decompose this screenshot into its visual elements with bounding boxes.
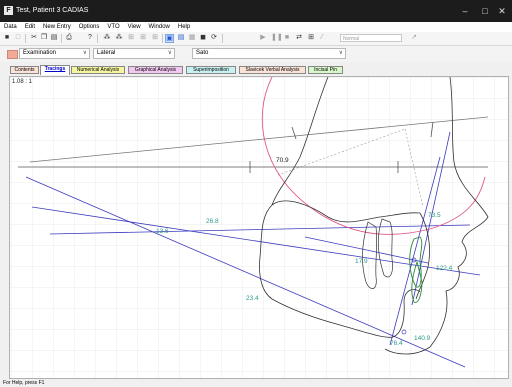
line-style-select[interactable]: Normal bbox=[340, 34, 402, 42]
print-icon[interactable]: ⎙ bbox=[65, 34, 73, 42]
measurement-label: 23.4 bbox=[246, 295, 259, 302]
view-select[interactable]: Lateral ∨ bbox=[93, 48, 175, 59]
scale-ratio: 1.08 : 1 bbox=[12, 79, 33, 85]
save-icon[interactable]: ■ bbox=[3, 34, 11, 42]
measurement-label: 13.6 bbox=[156, 228, 169, 235]
pen-icon[interactable]: ⁄ bbox=[318, 34, 326, 42]
trace-edit-icon[interactable]: ⁂ bbox=[115, 34, 123, 42]
pointer-icon[interactable]: ↗ bbox=[410, 34, 418, 42]
measurement-label: 122.4 bbox=[436, 265, 453, 272]
stop-icon[interactable]: ■ bbox=[283, 34, 291, 42]
menu-view[interactable]: View bbox=[124, 22, 145, 32]
play-icon[interactable]: ▶ bbox=[259, 34, 267, 42]
chevron-down-icon: ∨ bbox=[167, 50, 172, 56]
toolbar: ■ □ ✂ ❐ ▤ ⎙ ? ⁂ ⁂ ⊞ ⊞ ⊞ ▣ ▤ ▦ ◼ ⟳ ▶ ❚❚ ■… bbox=[0, 32, 512, 46]
analysis-select[interactable]: Sato ∨ bbox=[192, 48, 346, 59]
refresh-icon[interactable]: ⟳ bbox=[210, 34, 218, 42]
menu-edit[interactable]: Edit bbox=[21, 22, 39, 32]
pause-icon[interactable]: ❚❚ bbox=[271, 34, 283, 42]
measurement-label: 70.9 bbox=[276, 157, 289, 164]
paste-icon[interactable]: ▤ bbox=[50, 34, 58, 42]
tab-slavicek-verbal-analysis[interactable]: Slavicek Verbal Analysis bbox=[239, 66, 306, 74]
view-select-value: Lateral bbox=[97, 50, 116, 56]
grid-b-icon[interactable]: ⊞ bbox=[139, 34, 147, 42]
info-icon[interactable] bbox=[75, 34, 83, 42]
copy-icon[interactable]: ❐ bbox=[40, 34, 48, 42]
menu-data[interactable]: Data bbox=[0, 22, 21, 32]
toolbar-separator bbox=[97, 34, 98, 43]
measurement-label: 26.8 bbox=[206, 218, 219, 225]
help-icon[interactable]: ? bbox=[86, 34, 94, 42]
view-tabs: Contents Tracings Numerical Analysis Gra… bbox=[0, 64, 512, 75]
toolbar-separator bbox=[162, 34, 163, 43]
analysis-select-value: Sato bbox=[196, 50, 209, 56]
chevron-down-icon: ∨ bbox=[338, 50, 343, 56]
cephalometric-tracing bbox=[10, 77, 508, 378]
print-preview-icon[interactable]: □ bbox=[14, 34, 22, 42]
toolbar-separator bbox=[222, 34, 223, 43]
mode-select-value: Examination bbox=[23, 50, 57, 56]
status-bar: For Help, press F1 bbox=[0, 379, 512, 387]
tab-incisal-pin[interactable]: Incisal Pin bbox=[308, 66, 343, 74]
close-button[interactable]: ✕ bbox=[492, 4, 512, 18]
measurement-label: 73.5 bbox=[428, 212, 441, 219]
minimize-button[interactable]: – bbox=[455, 4, 475, 18]
grid-a-icon[interactable]: ⊞ bbox=[127, 34, 135, 42]
layout-view-icon[interactable]: ▤ bbox=[177, 34, 185, 42]
toolbar-separator bbox=[61, 34, 62, 43]
tracing-view-icon[interactable]: ▣ bbox=[165, 34, 174, 43]
color-swatch[interactable] bbox=[7, 50, 18, 59]
measure-icon[interactable]: ⊞ bbox=[307, 34, 315, 42]
menu-window[interactable]: Window bbox=[145, 22, 174, 32]
measurement-label: 140.9 bbox=[414, 335, 431, 342]
measurement-label: 17.9 bbox=[355, 258, 368, 265]
app-icon: F bbox=[4, 6, 13, 15]
cut-icon[interactable]: ✂ bbox=[30, 34, 38, 42]
title-bar: F Test, Patient 3 CADIAS – □ ✕ bbox=[0, 0, 512, 22]
menu-options[interactable]: Options bbox=[75, 22, 104, 32]
trace-tool-icon[interactable]: ⁂ bbox=[103, 34, 111, 42]
measurement-label: 76.4 bbox=[390, 340, 403, 347]
tab-tracings[interactable]: Tracings bbox=[40, 65, 70, 75]
tab-superimposition[interactable]: Superimposition bbox=[186, 66, 236, 74]
tab-contents[interactable]: Contents bbox=[10, 66, 39, 74]
photo-icon[interactable]: ◼ bbox=[199, 34, 207, 42]
menu-help[interactable]: Help bbox=[174, 22, 194, 32]
arrow-icon[interactable]: ⇄ bbox=[295, 34, 303, 42]
tracing-canvas[interactable]: 1.08 : 1 70.9 26.8 13.6 73.5 17.9 122.4 … bbox=[9, 76, 509, 379]
window-title: Test, Patient 3 CADIAS bbox=[16, 7, 89, 14]
grid-c-icon[interactable]: ⊞ bbox=[151, 34, 159, 42]
menu-new-entry[interactable]: New Entry bbox=[39, 22, 75, 32]
mode-select[interactable]: Examination ∨ bbox=[19, 48, 90, 59]
menu-bar: Data Edit New Entry Options VTO View Win… bbox=[0, 22, 512, 32]
menu-vto[interactable]: VTO bbox=[103, 22, 123, 32]
tab-graphical-analysis[interactable]: Graphical Analysis bbox=[128, 66, 183, 74]
toolbar-separator bbox=[25, 34, 26, 43]
image-view-icon[interactable]: ▦ bbox=[188, 34, 196, 42]
chevron-down-icon: ∨ bbox=[82, 50, 87, 56]
tab-numerical-analysis[interactable]: Numerical Analysis bbox=[71, 66, 125, 74]
